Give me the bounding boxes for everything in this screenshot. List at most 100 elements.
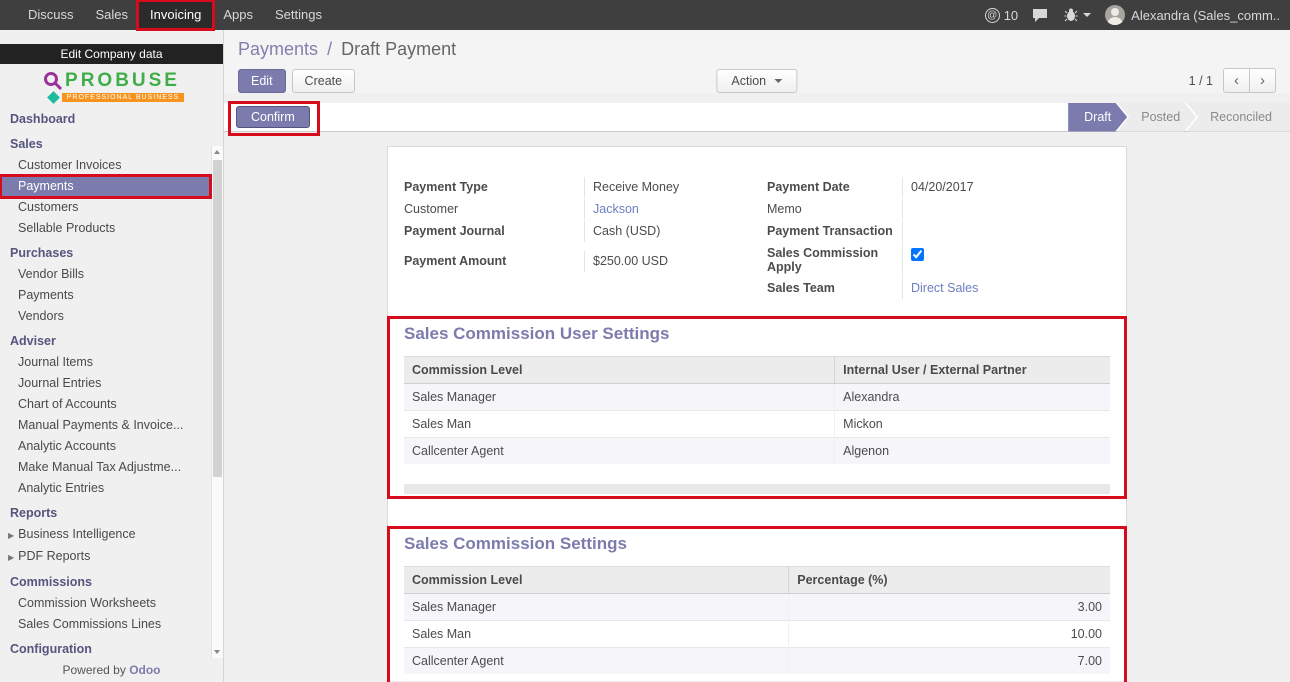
pager-previous-button[interactable]: ‹ [1223,68,1250,93]
sidebar-item-journal-items[interactable]: Journal Items [0,352,211,373]
table-cell: Callcenter Agent [404,438,835,465]
user-settings-rows: Sales ManagerAlexandraSales ManMickonCal… [404,384,1110,465]
sidebar-item-label: PDF Reports [18,549,90,563]
user-name: Alexandra (Sales_comm.. [1131,8,1280,23]
breadcrumb-separator: / [327,39,332,59]
sidebar-item-label: Journal Entries [18,376,101,390]
sidebar-item-customer-invoices[interactable]: Customer Invoices [0,155,211,176]
breadcrumb-payments-link[interactable]: Payments [238,39,318,59]
topbar-menu-invoicing[interactable]: Invoicing [139,0,212,30]
sidebar-item-sales-commissions-lines[interactable]: Sales Commissions Lines [0,614,211,635]
control-panel: Payments / Draft Payment Edit Create Act… [224,30,1290,93]
sidebar-item-business-intelligence[interactable]: ▶Business Intelligence [0,524,211,546]
status-step-posted[interactable]: Posted [1117,103,1196,132]
table-header-row: Commission Level Percentage (%) [404,567,1110,594]
scroll-down-arrow-icon[interactable] [212,646,223,658]
messages-icon[interactable] [1032,8,1048,22]
create-button[interactable]: Create [292,69,356,93]
topbar-menu-apps[interactable]: Apps [212,0,264,30]
chat-bubble-icon [1032,8,1048,22]
odoo-link[interactable]: Odoo [129,663,160,677]
sidebar-section-dashboard: Dashboard [0,109,211,130]
confirm-button[interactable]: Confirm [236,106,310,128]
edit-button[interactable]: Edit [238,69,286,93]
payment-form: Payment TypeReceive MoneyCustomerJackson… [404,177,1110,300]
pager-next-button[interactable]: › [1249,68,1276,93]
sidebar-item-customers[interactable]: Customers [0,197,211,218]
sidebar-item-vendor-bills[interactable]: Vendor Bills [0,264,211,285]
table-row[interactable]: Sales Manager3.00 [404,594,1110,621]
sidebar-item-manual-payments-invoice[interactable]: Manual Payments & Invoice... [0,415,211,436]
scroll-up-arrow-icon[interactable] [212,146,223,158]
sidebar-item-sellable-products[interactable]: Sellable Products [0,218,211,239]
edit-company-button[interactable]: Edit Company data [0,44,223,64]
sidebar-item-chart-of-accounts[interactable]: Chart of Accounts [0,394,211,415]
field-label: Sales Team [767,278,902,299]
mention-count: 10 [1004,8,1018,23]
sidebar-item-analytic-entries[interactable]: Analytic Entries [0,478,211,499]
mention-counter[interactable]: @ 10 [985,8,1018,23]
table-header-row: Commission Level Internal User / Externa… [404,357,1110,384]
sales-commission-apply-checkbox[interactable] [911,248,924,261]
link-direct-sales[interactable]: Direct Sales [911,281,978,295]
field-label: Payment Journal [404,221,584,242]
topbar-menu-sales[interactable]: Sales [85,0,140,30]
user-settings-title: Sales Commission User Settings [404,324,1110,344]
topbar-menus: DiscussSalesInvoicingAppsSettings [0,0,333,30]
sidebar-item-label: Analytic Entries [18,481,104,495]
sidebar-item-payments[interactable]: Payments [0,176,211,197]
sidebar-item-label: Vendor Bills [18,267,84,281]
sidebar-item-label: Customer Invoices [18,158,122,172]
topbar-menu-discuss[interactable]: Discuss [17,0,85,30]
table-row[interactable]: Sales Man10.00 [404,621,1110,648]
topbar-menu-settings[interactable]: Settings [264,0,333,30]
table-row[interactable]: Sales ManagerAlexandra [404,384,1110,411]
column-header-commission-level[interactable]: Commission Level [404,357,835,384]
actions-row: Edit Create Action 1 / 1 ‹ › [238,68,1276,93]
sidebar-item-label: Business Intelligence [18,527,135,541]
status-step-draft[interactable]: Draft [1068,103,1127,132]
sidebar-item-commission-worksheets[interactable]: Commission Worksheets [0,593,211,614]
column-header-commission-level[interactable]: Commission Level [404,567,789,594]
field-value [902,243,1110,277]
field-payment-journal: Payment JournalCash (USD) [404,221,747,242]
user-menu[interactable]: Alexandra (Sales_comm.. [1105,5,1280,25]
field-payment-transaction: Payment Transaction [767,221,1110,242]
sidebar-item-journal-entries[interactable]: Journal Entries [0,373,211,394]
field-sales-commission-apply: Sales Commission Apply [767,243,1110,277]
table-cell: Sales Man [404,621,789,648]
field-label: Memo [767,199,902,220]
topbar-right: @ 10 Alexandra (Sales_comm.. [985,0,1290,30]
column-header-internal-user[interactable]: Internal User / External Partner [835,357,1110,384]
pager-count: 1 / 1 [1189,74,1213,88]
field-label: Customer [404,199,584,220]
sidebar-item-label: Sales Commissions Lines [18,617,161,631]
field-value: Direct Sales [902,278,1110,299]
pager: 1 / 1 ‹ › [1189,68,1276,93]
commission-settings-table: Commission Level Percentage (%) Sales Ma… [404,566,1110,674]
field-value: $250.00 USD [584,251,747,272]
sidebar-item-vendors[interactable]: Vendors [0,306,211,327]
caret-down-icon [1083,13,1091,17]
sidebar-scrollbar[interactable] [211,146,223,658]
link-jackson[interactable]: Jackson [593,202,639,216]
table-row[interactable]: Callcenter Agent7.00 [404,648,1110,675]
table-row[interactable]: Sales ManMickon [404,411,1110,438]
sidebar-item-payments[interactable]: Payments [0,285,211,306]
table-row[interactable]: Callcenter AgentAlgenon [404,438,1110,465]
sidebar-item-pdf-reports[interactable]: ▶PDF Reports [0,546,211,568]
form-left-column: Payment TypeReceive MoneyCustomerJackson… [404,177,747,300]
field-label: Sales Commission Apply [767,243,902,277]
empty-row-strip [404,484,1110,494]
field-label: Payment Transaction [767,221,902,242]
debug-menu[interactable] [1064,8,1091,22]
form-right-column: Payment Date04/20/2017MemoPayment Transa… [767,177,1110,300]
sidebar-item-analytic-accounts[interactable]: Analytic Accounts [0,436,211,457]
sidebar-item-make-manual-tax-adjustme[interactable]: Make Manual Tax Adjustme... [0,457,211,478]
action-dropdown[interactable]: Action [716,69,797,93]
sidebar-section-sales: Sales [0,134,211,155]
field-value [902,221,1110,242]
status-step-reconciled[interactable]: Reconciled [1186,103,1290,132]
column-header-percentage[interactable]: Percentage (%) [789,567,1110,594]
scrollbar-thumb[interactable] [213,160,222,477]
